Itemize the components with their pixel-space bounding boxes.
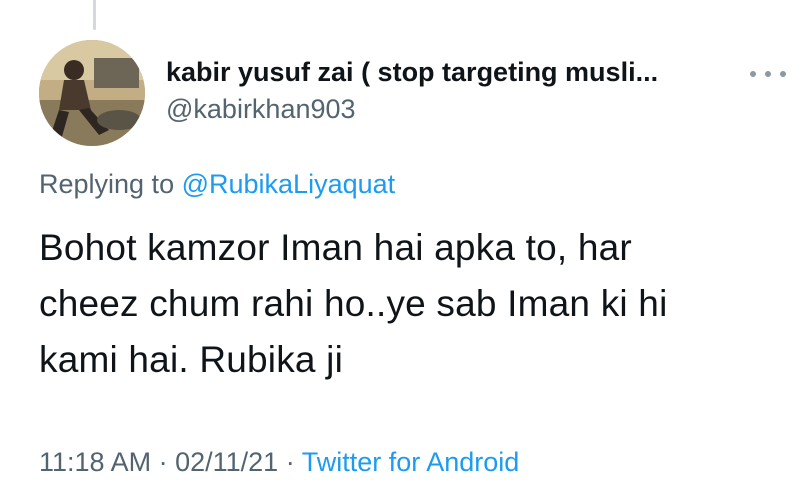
reply-mention-link[interactable]: @RubikaLiyaquat <box>182 169 396 199</box>
tweet-time[interactable]: 11:18 AM <box>39 447 151 477</box>
tweet-author: kabir yusuf zai ( stop targeting musli..… <box>166 54 766 127</box>
replying-to-label: Replying to <box>39 169 182 199</box>
more-dot <box>780 71 786 77</box>
author-handle[interactable]: @kabirkhan903 <box>166 91 766 127</box>
avatar-photo <box>39 40 145 146</box>
meta-separator: · <box>151 447 176 477</box>
more-horizontal-icon[interactable] <box>750 64 786 84</box>
meta-separator: · <box>278 447 302 477</box>
avatar[interactable] <box>39 40 145 146</box>
tweet-date[interactable]: 02/11/21 <box>175 447 278 477</box>
tweet-text-line: kami hai. Rubika ji <box>39 339 344 380</box>
author-display-name[interactable]: kabir yusuf zai ( stop targeting musli..… <box>166 54 741 90</box>
replying-to: Replying to @RubikaLiyaquat <box>39 166 395 202</box>
tweet-text-line: Bohot kamzor Iman hai apka to, har <box>39 227 632 268</box>
tweet-source-link[interactable]: Twitter for Android <box>302 447 520 477</box>
tweet-text: Bohot kamzor Iman hai apka to, har cheez… <box>39 220 779 388</box>
more-dot <box>765 71 771 77</box>
tweet-metadata: 11:18 AM · 02/11/21 · Twitter for Androi… <box>39 444 519 480</box>
thread-connector-line <box>93 0 96 30</box>
tweet-text-line: cheez chum rahi ho..ye sab Iman ki hi <box>39 283 668 324</box>
more-dot <box>750 71 756 77</box>
